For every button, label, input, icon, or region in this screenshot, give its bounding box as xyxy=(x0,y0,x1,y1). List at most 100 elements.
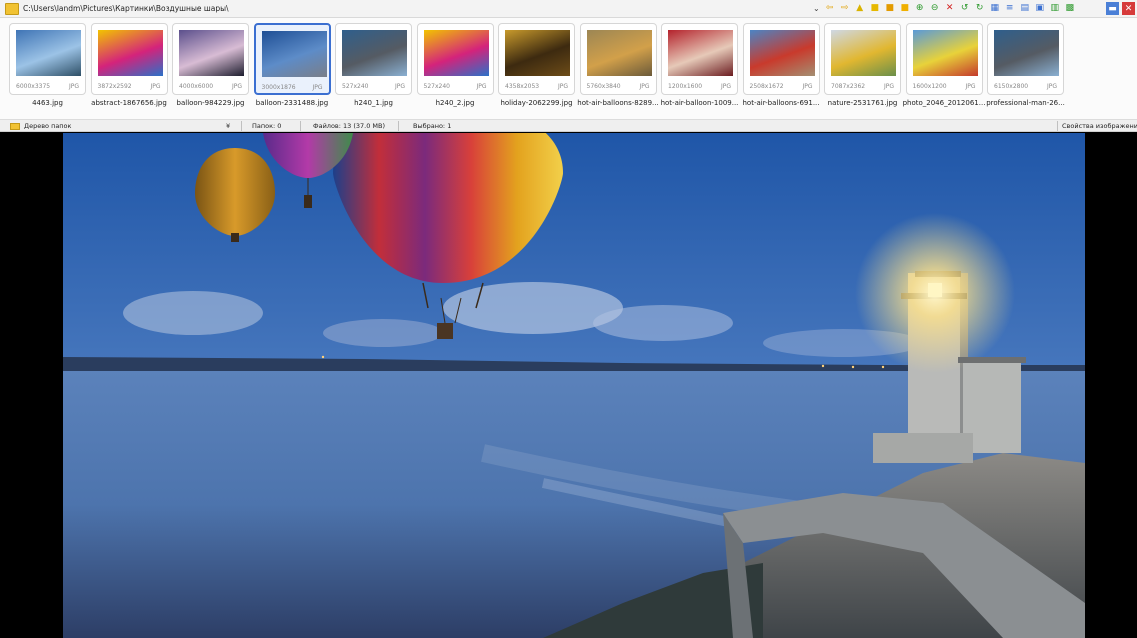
thumbnail-dimensions: 4000x6000 xyxy=(179,83,214,90)
thumbnail-format: JPG xyxy=(231,83,242,90)
folder-up-icon[interactable]: ▲ xyxy=(854,3,866,15)
minimize-button[interactable]: ▬ xyxy=(1106,2,1119,15)
thumbnail-format: JPG xyxy=(150,83,161,90)
divider xyxy=(241,121,242,131)
thumbnail-filename: nature-2531761.jpg xyxy=(827,99,898,107)
thumbnail-filename: hot-air-balloons-691... xyxy=(742,99,820,107)
folder-tree-toggle[interactable]: Дерево папок xyxy=(10,121,71,131)
thumbnail-frame: 5760x3840 JPG xyxy=(579,23,657,95)
save-icon[interactable]: ▥ xyxy=(1049,3,1061,15)
thumbnail-item[interactable]: 3000x1876 JPG balloon-2331488.jpg xyxy=(253,23,331,115)
divider xyxy=(1057,121,1058,131)
forward-arrow-icon[interactable]: ⇨ xyxy=(839,3,851,15)
thumbnail-frame: 527x240 JPG xyxy=(335,23,412,95)
open-icon[interactable]: ■ xyxy=(899,3,911,15)
thumbnail-filename: professional-man-26... xyxy=(986,99,1065,107)
address-bar: C:\Users\landm\Pictures\Картинки\Воздушн… xyxy=(0,0,1137,18)
thumbnail-item[interactable]: 2508x1672 JPG hot-air-balloons-691... xyxy=(742,23,820,115)
thumbnail-filename: photo_2046_2012061... xyxy=(902,99,986,107)
thumbnail-image xyxy=(831,30,896,76)
thumbnail-filename: balloon-984229.jpg xyxy=(176,99,245,107)
adjust-icon[interactable]: ≡ xyxy=(1004,3,1016,15)
files-count: Файлов: 13 (37.0 MB) xyxy=(313,122,386,130)
thumbnail-dimensions: 1200x1600 xyxy=(668,83,703,90)
fullscreen-icon[interactable]: ▩ xyxy=(1064,3,1076,15)
back-arrow-icon[interactable]: ⇦ xyxy=(824,3,836,15)
rotate-left-icon[interactable]: ↺ xyxy=(959,3,971,15)
thumbnail-format: JPG xyxy=(1046,83,1057,90)
image-properties-toggle[interactable]: Свойства изображения ¥ xyxy=(1062,121,1137,131)
thumbnail-frame: 4000x6000 JPG xyxy=(172,23,249,95)
thumbnail-image xyxy=(342,30,407,76)
thumbnail-item[interactable]: 4358x2053 JPG holiday-2062299.jpg xyxy=(498,23,575,115)
folder-tree-label: Дерево папок xyxy=(24,122,72,130)
thumbnail-format: JPG xyxy=(965,83,976,90)
thumbnail-frame: 3872x2592 JPG xyxy=(90,23,168,95)
divider xyxy=(300,121,301,131)
thumbnail-image xyxy=(668,30,733,76)
edit-icon[interactable]: ▦ xyxy=(989,3,1001,15)
slideshow-icon[interactable]: ▤ xyxy=(1019,3,1031,15)
thumbnail-dimensions: 4358x2053 xyxy=(505,83,540,90)
main-image xyxy=(63,133,1085,638)
status-bar: Дерево папок ¥ Папок: 0 Файлов: 13 (37.0… xyxy=(0,120,1137,132)
thumbnail-filename: hot-air-balloon-1009... xyxy=(660,99,739,107)
thumbnail-image xyxy=(179,30,244,76)
zoom-out-icon[interactable]: ⊖ xyxy=(929,3,941,15)
thumbnail-image xyxy=(586,30,652,76)
thumbnail-format: JPG xyxy=(394,83,405,90)
thumbnail-image xyxy=(423,30,489,76)
thumbnail-filename: 4463.jpg xyxy=(32,99,63,107)
thumbnail-dimensions: 1600x1200 xyxy=(912,83,947,90)
thumbnail-dimensions: 527x240 xyxy=(423,83,450,90)
zoom-in-icon[interactable]: ⊕ xyxy=(914,3,926,15)
thumbnail-item[interactable]: 4000x6000 JPG balloon-984229.jpg xyxy=(172,23,249,115)
image-icon[interactable]: ■ xyxy=(884,3,896,15)
thumbnail-frame: 4358x2053 JPG xyxy=(498,23,575,95)
thumbnail-item[interactable]: 1600x1200 JPG photo_2046_2012061... xyxy=(903,23,985,115)
thumbnail-dimensions: 527x240 xyxy=(342,83,369,90)
thumbnail-item[interactable]: 6150x2800 JPG professional-man-26... xyxy=(986,23,1065,115)
path-dropdown-button[interactable]: ⌄ xyxy=(813,4,820,13)
thumbnail-filename: h240_1.jpg xyxy=(354,99,393,107)
thumbnail-frame: 3000x1876 JPG xyxy=(253,23,331,95)
thumbnail-item[interactable]: 5760x3840 JPG hot-air-balloons-8289... xyxy=(577,23,659,115)
thumbnail-filename: hot-air-balloons-8289... xyxy=(577,99,659,107)
thumbnail-frame: 7087x2362 JPG xyxy=(824,23,901,95)
thumbnail-format: JPG xyxy=(557,83,568,90)
thumbnail-dimensions: 6150x2800 xyxy=(994,83,1029,90)
thumbnail-image xyxy=(261,31,327,77)
delete-icon[interactable]: ✕ xyxy=(944,3,956,15)
thumbnail-format: JPG xyxy=(312,84,323,91)
thumbnail-dimensions: 7087x2362 xyxy=(831,83,866,90)
thumbnail-item[interactable]: 6000x3375 JPG 4463.jpg xyxy=(9,23,86,115)
print-icon[interactable]: ▣ xyxy=(1034,3,1046,15)
folder-icon xyxy=(10,122,20,130)
thumbnail-item[interactable]: 527x240 JPG h240_1.jpg xyxy=(335,23,412,115)
thumbnail-format: JPG xyxy=(802,83,813,90)
folder-icon[interactable]: ■ xyxy=(869,3,881,15)
path-field[interactable]: C:\Users\landm\Pictures\Картинки\Воздушн… xyxy=(23,4,783,13)
thumbnail-frame: 6000x3375 JPG xyxy=(9,23,86,95)
thumbnail-dimensions: 5760x3840 xyxy=(586,83,621,90)
divider xyxy=(398,121,399,131)
thumbnail-image xyxy=(16,30,81,76)
thumbnail-filename: holiday-2062299.jpg xyxy=(500,99,573,107)
rotate-right-icon[interactable]: ↻ xyxy=(974,3,986,15)
image-viewer[interactable] xyxy=(0,133,1137,638)
thumbnail-item[interactable]: 1200x1600 JPG hot-air-balloon-1009... xyxy=(661,23,738,115)
thumbnail-format: JPG xyxy=(720,83,731,90)
window-controls: ▬ ✕ xyxy=(1106,2,1135,15)
thumbnail-item[interactable]: 7087x2362 JPG nature-2531761.jpg xyxy=(824,23,901,115)
thumbnail-filename: balloon-2331488.jpg xyxy=(255,99,329,107)
thumbnail-dimensions: 3000x1876 xyxy=(261,84,296,91)
thumbnail-image xyxy=(912,30,978,76)
thumbnail-item[interactable]: 527x240 JPG h240_2.jpg xyxy=(416,23,494,115)
folder-icon xyxy=(5,2,19,15)
collapse-icon[interactable]: ¥ xyxy=(226,121,230,131)
thumbnail-item[interactable]: 3872x2592 JPG abstract-1867656.jpg xyxy=(90,23,168,115)
close-button[interactable]: ✕ xyxy=(1122,2,1135,15)
thumbnail-frame: 527x240 JPG xyxy=(416,23,494,95)
thumbnail-dimensions: 2508x1672 xyxy=(749,83,784,90)
selected-count: Выбрано: 1 xyxy=(413,122,452,130)
